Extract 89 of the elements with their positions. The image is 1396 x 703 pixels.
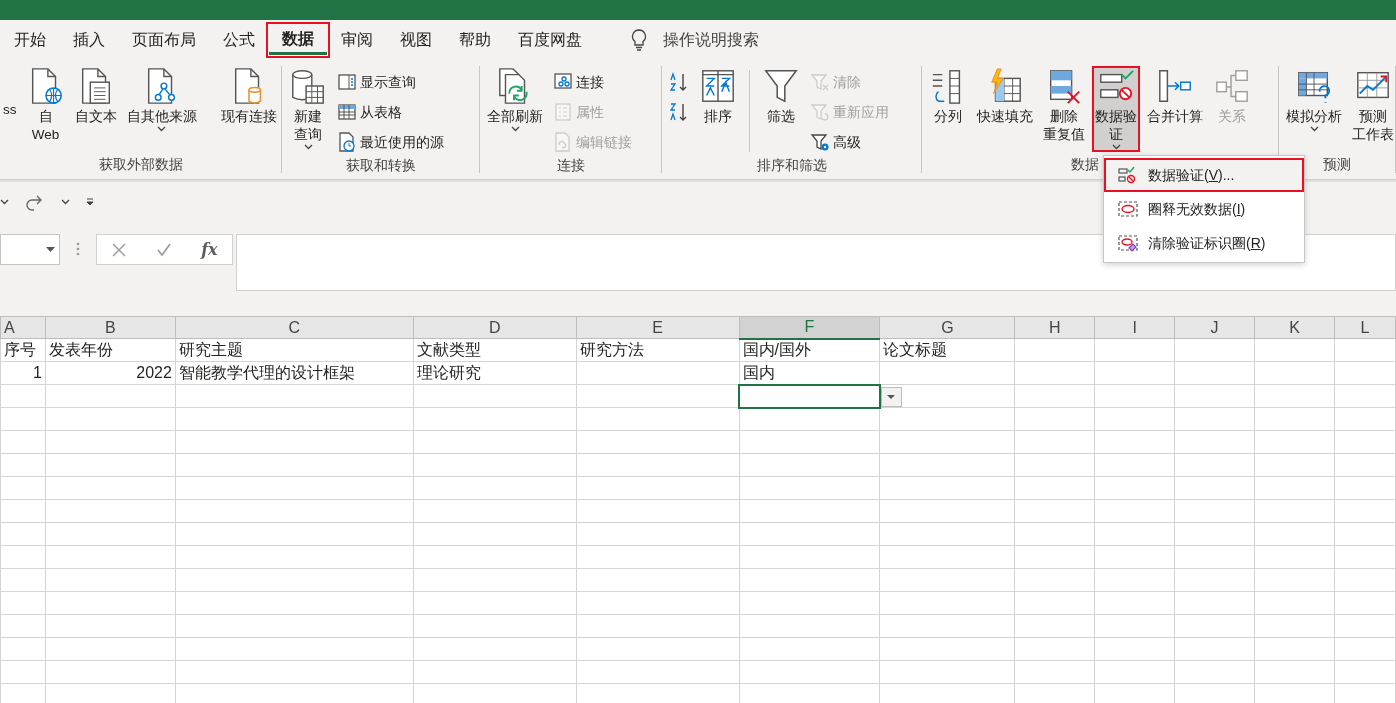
ribbon-button[interactable]: 自其他来源 — [123, 66, 200, 134]
cell[interactable]: 论文标题 — [879, 338, 1015, 362]
ribbon-button[interactable]: 筛选 — [759, 66, 803, 128]
menu-item[interactable]: 清除验证标识圈(R) — [1104, 226, 1304, 260]
circle-invalid-icon — [1118, 200, 1138, 218]
table-icon — [337, 102, 357, 122]
cell[interactable]: 研究方法 — [576, 338, 740, 362]
properties-icon — [553, 102, 573, 122]
tell-me-search[interactable]: 操作说明搜索 — [663, 28, 759, 52]
column-header[interactable]: H — [1014, 316, 1095, 339]
cell[interactable]: 理论研究 — [413, 361, 577, 385]
group-label: 预测 — [1323, 156, 1351, 172]
ribbon-button[interactable]: 自 Web — [23, 66, 68, 146]
cell[interactable]: 国内/国外 — [739, 338, 880, 362]
cell[interactable]: 智能教学代理的设计框架 — [175, 361, 414, 385]
caret-icon[interactable] — [46, 247, 55, 252]
customize-icon[interactable] — [86, 198, 94, 206]
ribbon-tab[interactable]: 页面布局 — [119, 25, 209, 55]
caret-icon[interactable] — [61, 199, 70, 205]
ribbon-button[interactable]: 预测 工作表 — [1349, 66, 1396, 146]
enter-icon[interactable] — [156, 241, 173, 258]
ribbon-button[interactable]: 合并计算 — [1144, 66, 1206, 128]
edit-links-icon — [553, 132, 573, 152]
advanced-filter-icon — [810, 132, 830, 152]
ribbon-tab[interactable]: 插入 — [60, 25, 118, 55]
formula-input[interactable] — [236, 234, 1396, 291]
ribbon-tab[interactable]: 数据 — [269, 25, 327, 55]
menu-item[interactable]: 数据验证(V)... — [1104, 158, 1304, 192]
group-label: 排序和筛选 — [756, 157, 827, 173]
ribbon-tab[interactable]: 开始 — [1, 25, 59, 55]
grip-icon — [76, 242, 80, 256]
column-header[interactable]: E — [576, 316, 740, 339]
ribbon-button[interactable]: 全部刷新 — [484, 66, 546, 134]
group-label: 连接 — [556, 157, 585, 173]
group-label: 获取和转换 — [345, 157, 416, 173]
ribbon-button[interactable]: 排序 — [696, 66, 740, 128]
connections-icon — [553, 72, 573, 92]
ribbon-button[interactable]: 数据验 证 — [1092, 66, 1140, 152]
column-header[interactable]: C — [175, 316, 414, 339]
ribbon-button[interactable]: 高级 — [807, 128, 892, 156]
caret-icon — [887, 394, 896, 399]
cell[interactable]: 2022 — [45, 361, 176, 385]
column-header[interactable]: K — [1254, 316, 1335, 339]
ribbon-button[interactable]: 新建 查询 — [286, 66, 330, 152]
data-validation-icon — [1118, 166, 1138, 184]
cell[interactable]: 1 — [0, 361, 46, 385]
ribbon-tab[interactable]: 审阅 — [328, 25, 386, 55]
ribbon-button[interactable]: 自文本 — [71, 66, 120, 128]
ribbon-button[interactable]: 显示查询 — [334, 68, 447, 96]
lightbulb-icon[interactable] — [631, 29, 647, 51]
ribbon-button[interactable]: 从表格 — [334, 98, 447, 126]
ribbon-button[interactable]: 删除 重复值 — [1040, 66, 1088, 146]
ribbon-tab[interactable]: 百度网盘 — [505, 25, 595, 55]
cell[interactable]: 文献类型 — [413, 338, 577, 362]
column-header[interactable]: F — [739, 316, 880, 339]
insert-function-button[interactable]: fx — [201, 237, 218, 262]
cell[interactable]: 发表年份 — [45, 338, 176, 362]
column-header[interactable]: A — [0, 316, 46, 339]
column-header[interactable]: B — [45, 316, 176, 339]
dropdown-button[interactable] — [880, 386, 902, 407]
ribbon-button[interactable]: 分列 — [926, 66, 970, 128]
ribbon-button[interactable]: ss — [0, 66, 20, 121]
cell[interactable]: 序号 — [0, 338, 46, 362]
group-label: 获取外部数据 — [98, 156, 183, 172]
ribbon-button[interactable]: 最近使用的源 — [334, 128, 447, 156]
panel-icon — [337, 72, 357, 92]
cell[interactable]: 研究主题 — [175, 338, 414, 362]
column-header[interactable]: J — [1174, 316, 1255, 339]
ribbon-button[interactable]: 连接 — [550, 68, 635, 96]
group-label: 数据 — [1071, 156, 1099, 172]
clear-circles-icon — [1118, 234, 1138, 252]
caret-icon[interactable] — [0, 199, 9, 205]
reapply-filter-icon — [810, 102, 830, 122]
menu-item[interactable]: 圈释无效数据(I) — [1104, 192, 1304, 226]
ribbon-button[interactable]: 快速填充 — [974, 66, 1036, 128]
ribbon-tab[interactable]: 帮助 — [446, 25, 504, 55]
ribbon-tab[interactable]: 视图 — [387, 25, 445, 55]
ribbon-tab[interactable]: 公式 — [210, 25, 268, 55]
cancel-icon[interactable] — [111, 241, 128, 258]
column-header[interactable]: L — [1334, 316, 1396, 339]
clear-filter-icon — [810, 72, 830, 92]
ribbon-button[interactable]: 模拟分析 — [1283, 66, 1345, 134]
sort-ascending-icon — [669, 72, 689, 92]
clock-document-icon — [337, 132, 357, 152]
ribbon-button[interactable]: 现有连接 — [217, 66, 280, 128]
sort-descending-icon — [669, 102, 689, 122]
column-header[interactable]: I — [1094, 316, 1175, 339]
column-header[interactable]: G — [879, 316, 1015, 339]
column-header[interactable]: D — [413, 316, 577, 339]
